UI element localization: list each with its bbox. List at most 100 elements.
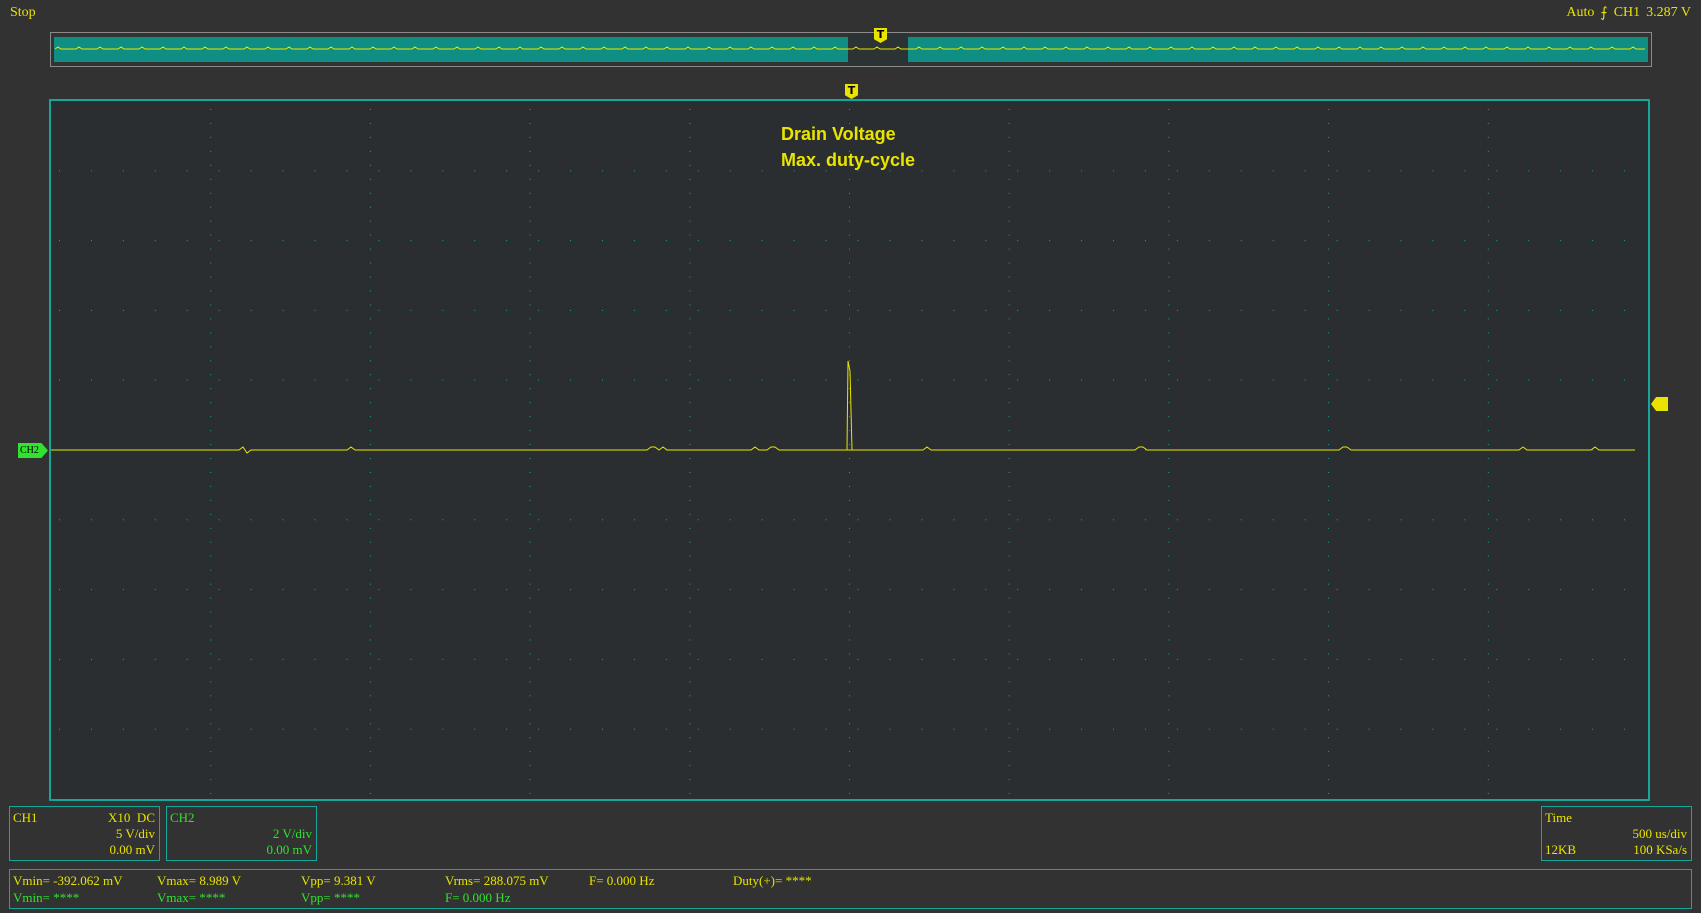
grid-dot — [529, 360, 531, 362]
grid-dot — [857, 519, 859, 521]
grid-dot — [1328, 178, 1330, 180]
grid-dot — [1208, 240, 1210, 242]
grid-dot — [729, 170, 731, 172]
ch2-settings-panel[interactable]: CH2 2 V/div 0.00 mV — [166, 806, 317, 861]
grid-dot — [369, 374, 371, 376]
ch2-ground-marker[interactable]: CH2 — [18, 443, 48, 458]
grid-dot — [529, 374, 531, 376]
grid-dot — [1240, 379, 1242, 381]
trigger-level-marker[interactable] — [1651, 397, 1668, 411]
grid-dot — [689, 150, 691, 152]
grid-dot — [1528, 519, 1530, 521]
trigger-status[interactable]: Auto ⨍ CH1 3.287 V — [1566, 5, 1691, 21]
grid-dot — [474, 589, 476, 591]
grid-dot — [633, 728, 635, 730]
grid-dot — [1008, 709, 1010, 711]
ch1-settings-panel[interactable]: CH1 X10 DC 5 V/div 0.00 mV — [9, 806, 160, 861]
waveform-display[interactable] — [49, 99, 1650, 801]
grid-dot — [1328, 555, 1330, 557]
grid-dot — [1496, 240, 1498, 242]
grid-dot — [529, 723, 531, 725]
grid-dot — [1487, 304, 1489, 306]
grid-dot — [1464, 519, 1466, 521]
grid-dot — [210, 276, 212, 278]
grid-dot — [921, 658, 923, 660]
grid-dot — [154, 519, 156, 521]
grid-dot — [1368, 658, 1370, 660]
grid-dot — [1272, 519, 1274, 521]
grid-dot — [529, 513, 531, 515]
grid-dot — [1328, 262, 1330, 264]
grid-dot — [369, 206, 371, 208]
grid-dot — [825, 379, 827, 381]
grid-dot — [529, 485, 531, 487]
timebase-panel[interactable]: Time 500 us/div 12KB 100 KSa/s — [1541, 806, 1692, 861]
grid-dot — [1168, 360, 1170, 362]
measurement-bar[interactable]: Vmin= -392.062 mV Vmax= 8.989 V Vpp= 9.3… — [9, 869, 1692, 909]
grid-dot — [1176, 728, 1178, 730]
grid-dot — [1400, 170, 1402, 172]
grid-dot — [529, 220, 531, 222]
grid-dot — [1487, 332, 1489, 334]
memory-overview-bar[interactable] — [50, 32, 1652, 67]
grid-dot — [369, 444, 371, 446]
grid-dot — [210, 178, 212, 180]
grid-dot — [1008, 695, 1010, 697]
grid-dot — [210, 416, 212, 418]
grid-dot — [154, 309, 156, 311]
grid-dot — [633, 170, 635, 172]
grid-dot — [689, 430, 691, 432]
grid-dot — [689, 751, 691, 753]
grid-dot — [474, 658, 476, 660]
grid-dot — [793, 728, 795, 730]
grid-dot — [1592, 658, 1594, 660]
grid-dot — [1328, 290, 1330, 292]
grid-dot — [921, 379, 923, 381]
grid-dot — [378, 589, 380, 591]
grid-dot — [1328, 471, 1330, 473]
grid-dot — [529, 737, 531, 739]
grid-dot — [1049, 309, 1051, 311]
grid-dot — [250, 309, 252, 311]
grid-dot — [410, 240, 412, 242]
grid-dot — [1528, 658, 1530, 660]
grid-dot — [849, 471, 850, 473]
grid-dot — [689, 779, 691, 781]
grid-dot — [849, 220, 850, 222]
grid-dot — [849, 499, 850, 501]
grid-dot — [529, 611, 531, 613]
grid-dot — [601, 170, 603, 172]
grid-dot — [689, 625, 691, 627]
run-state-label[interactable]: Stop — [10, 5, 36, 21]
trigger-position-marker[interactable]: T — [845, 84, 858, 99]
grid-dot — [849, 639, 850, 641]
grid-dot — [985, 589, 987, 591]
grid-dot — [1008, 765, 1010, 767]
grid-dot — [314, 309, 316, 311]
grid-dot — [529, 332, 531, 334]
grid-dot — [953, 309, 955, 311]
grid-dot — [538, 309, 540, 311]
grid-dot — [369, 192, 371, 194]
grid-dot — [1008, 444, 1010, 446]
grid-dot — [369, 248, 371, 250]
grid-dot — [529, 136, 531, 138]
grid-dot — [1168, 569, 1170, 571]
grid-dot — [1464, 589, 1466, 591]
grid-dot — [59, 589, 60, 591]
grid-dot — [1487, 416, 1489, 418]
grid-dot — [1272, 379, 1274, 381]
grid-dot — [1272, 589, 1274, 591]
grid-dot — [689, 513, 691, 515]
grid-dot — [689, 569, 691, 571]
ch1-vmax: Vmax= 8.989 V — [157, 873, 242, 888]
grid-dot — [1328, 527, 1330, 529]
grid-dot — [1144, 170, 1146, 172]
grid-dot — [1304, 170, 1306, 172]
grid-dot — [90, 658, 92, 660]
grid-dot — [529, 402, 531, 404]
grid-dot — [1432, 519, 1434, 521]
grid-dot — [849, 569, 850, 571]
grid-dot — [1328, 248, 1330, 250]
grid-dot — [1168, 485, 1170, 487]
